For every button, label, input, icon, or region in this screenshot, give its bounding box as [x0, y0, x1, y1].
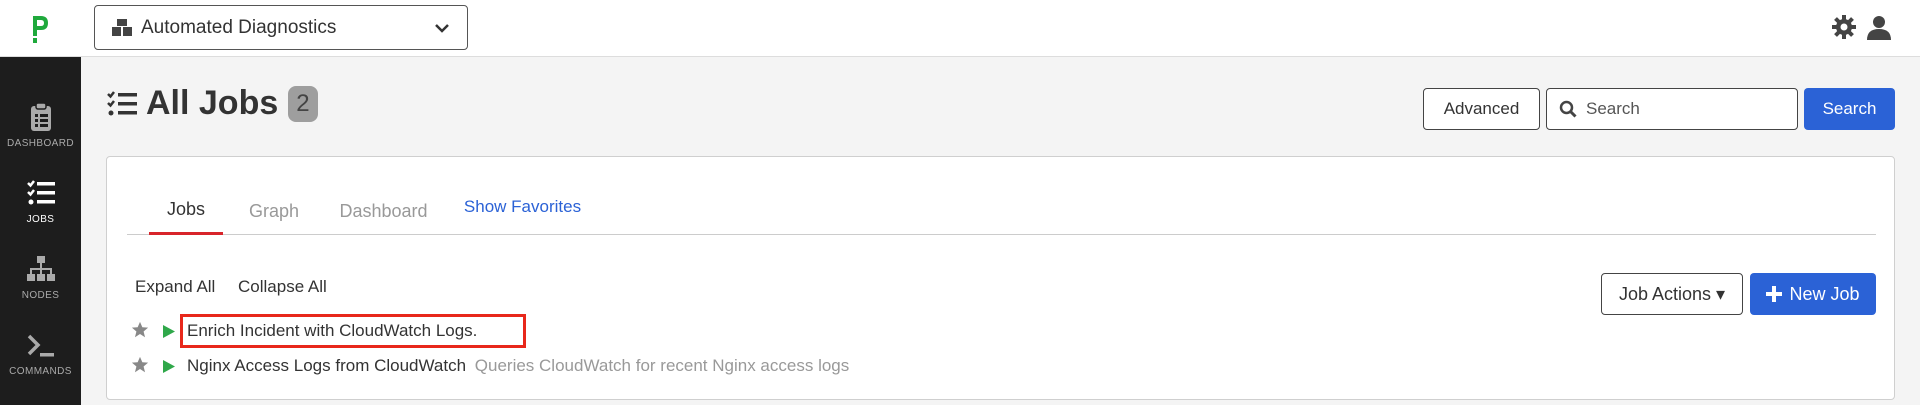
- jobs-panel: Jobs Graph Dashboard Show Favorites Expa…: [106, 156, 1895, 400]
- star-icon[interactable]: [131, 356, 149, 374]
- new-job-button[interactable]: New Job: [1750, 273, 1876, 315]
- sidebar-item-commands[interactable]: COMMANDS: [0, 317, 81, 389]
- job-link[interactable]: Nginx Access Logs from CloudWatch: [187, 356, 466, 375]
- top-header: Automated Diagnostics: [0, 0, 1920, 57]
- star-icon[interactable]: [131, 321, 149, 339]
- search-field[interactable]: [1546, 88, 1798, 130]
- sidebar: DASHBOARD JOBS NODES COMMANDS: [0, 57, 81, 405]
- clipboard-icon: [30, 101, 51, 131]
- expand-all-link[interactable]: Expand All: [135, 277, 215, 297]
- list-item: Nginx Access Logs from CloudWatch Querie…: [127, 352, 1327, 382]
- gear-icon[interactable]: [1832, 15, 1856, 39]
- job-description: Queries CloudWatch for recent Nginx acce…: [474, 356, 850, 375]
- job-row-text: Nginx Access Logs from CloudWatch Querie…: [187, 356, 849, 376]
- job-actions-button[interactable]: Job Actions ▾: [1601, 273, 1743, 315]
- chevron-down-icon: [435, 23, 449, 33]
- search-input[interactable]: [1586, 99, 1786, 119]
- tab-jobs[interactable]: Jobs: [149, 187, 223, 235]
- search-icon: [1559, 100, 1577, 118]
- page-title: All Jobs 2: [106, 84, 318, 123]
- collapse-all-link[interactable]: Collapse All: [238, 277, 327, 297]
- tasks-icon: [107, 90, 137, 115]
- play-icon[interactable]: [162, 324, 176, 339]
- play-icon[interactable]: [162, 359, 176, 374]
- sidebar-item-label: NODES: [21, 289, 60, 301]
- pagerduty-logo[interactable]: [28, 14, 52, 44]
- terminal-icon: [27, 334, 54, 356]
- tasks-icon: [26, 179, 55, 204]
- project-name: Automated Diagnostics: [141, 16, 337, 38]
- search-button[interactable]: Search: [1804, 88, 1895, 130]
- sidebar-item-jobs[interactable]: JOBS: [0, 165, 81, 237]
- user-icon[interactable]: [1866, 14, 1892, 40]
- sidebar-item-dashboard[interactable]: DASHBOARD: [0, 89, 81, 161]
- page-title-text: All Jobs: [146, 84, 279, 122]
- caret-down-icon: ▾: [1716, 283, 1726, 304]
- project-selector[interactable]: Automated Diagnostics: [94, 5, 468, 50]
- job-count-badge: 2: [288, 85, 318, 122]
- sidebar-item-label: JOBS: [26, 213, 55, 225]
- highlight-box: [180, 314, 526, 348]
- advanced-search-button[interactable]: Advanced: [1423, 88, 1540, 130]
- job-actions-label: Job Actions: [1618, 283, 1711, 304]
- new-job-label: New Job: [1789, 283, 1860, 304]
- tab-graph[interactable]: Graph: [237, 187, 311, 235]
- sidebar-item-label: DASHBOARD: [7, 137, 74, 149]
- tab-dashboard[interactable]: Dashboard: [331, 187, 436, 235]
- plus-icon: [1766, 286, 1783, 302]
- sidebar-item-label: COMMANDS: [9, 365, 72, 377]
- sidebar-item-nodes[interactable]: NODES: [0, 241, 81, 313]
- boxes-icon: [112, 18, 132, 36]
- sitemap-icon: [26, 255, 55, 281]
- show-favorites-link[interactable]: Show Favorites: [460, 187, 585, 235]
- tab-bar: Jobs Graph Dashboard Show Favorites: [127, 187, 1876, 235]
